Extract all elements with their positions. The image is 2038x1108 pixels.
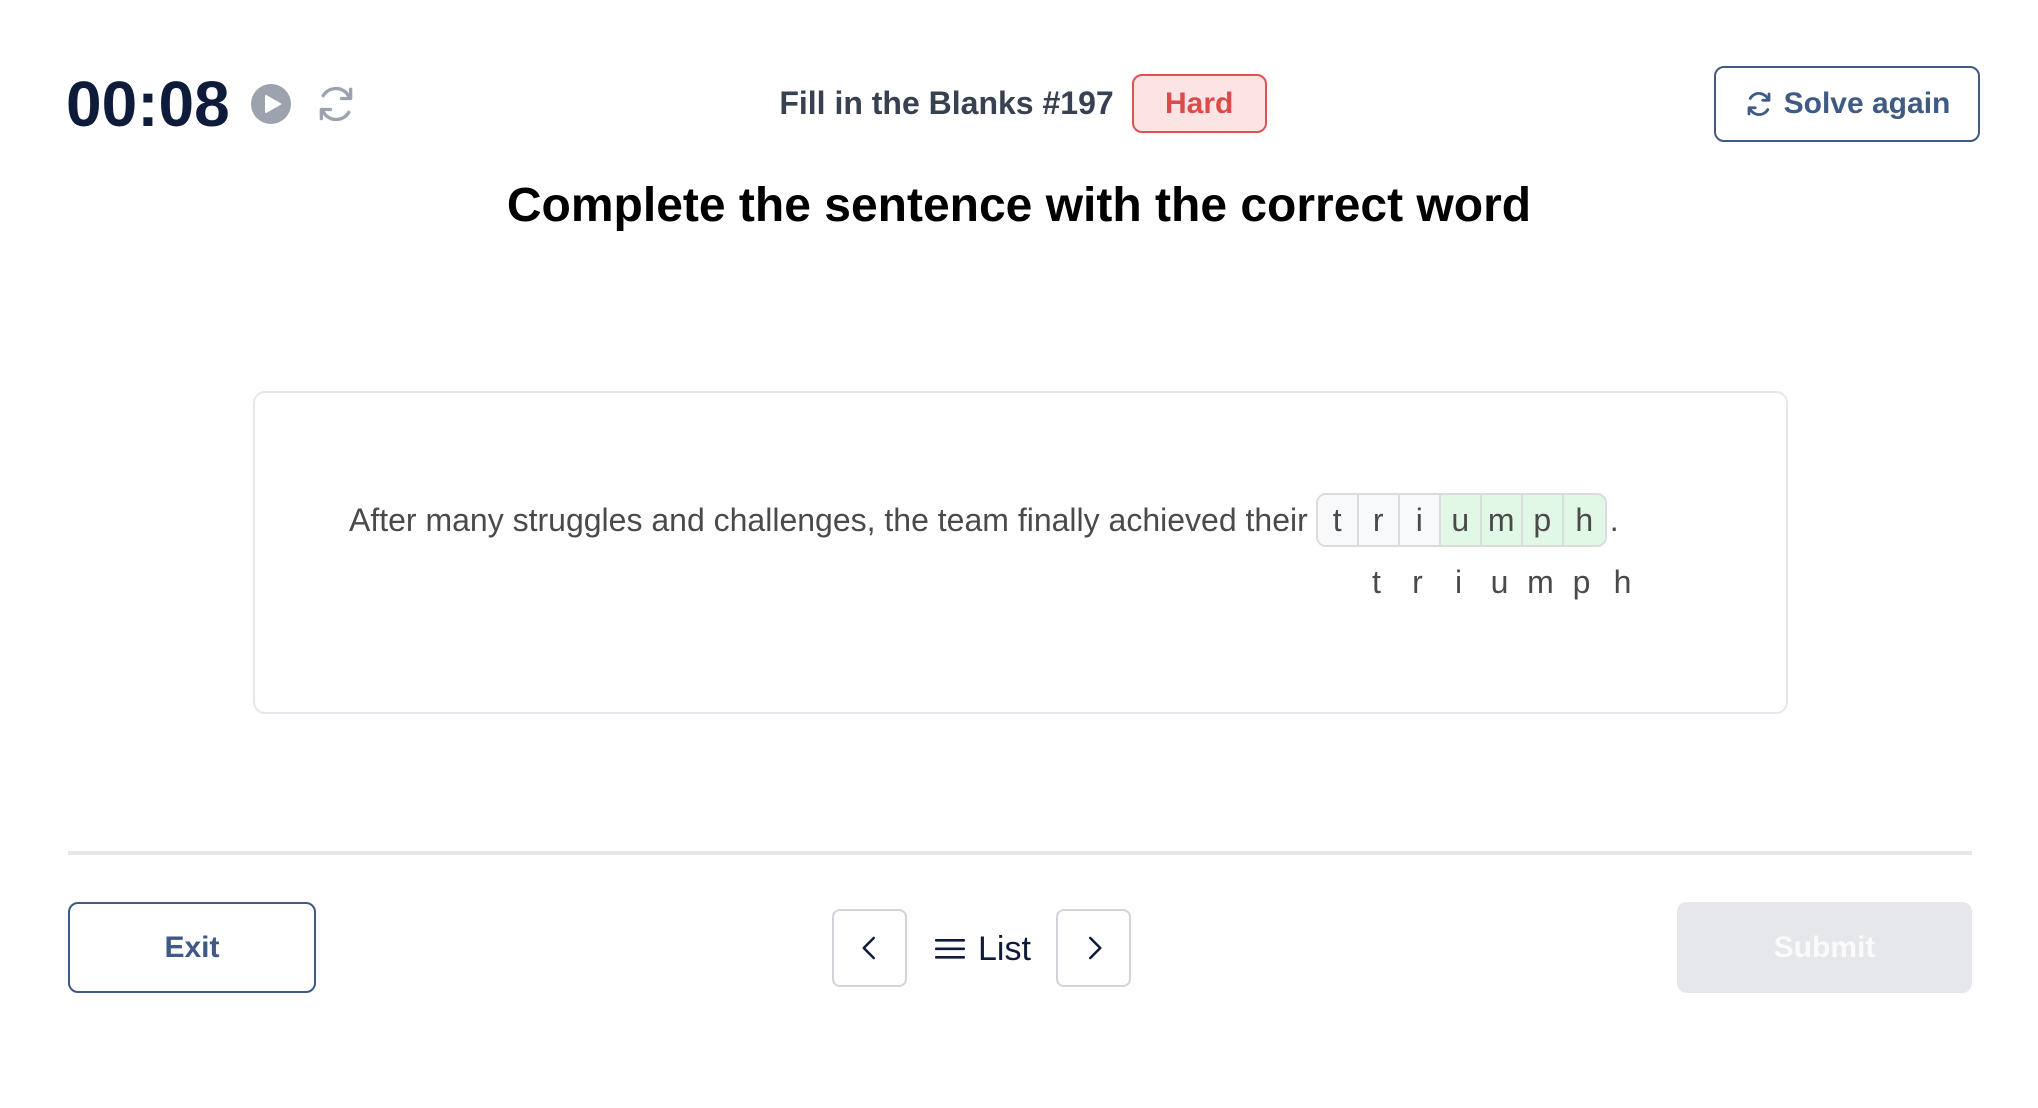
answer-letters: triumph [1356,564,1643,601]
submit-button[interactable]: Submit [1677,902,1972,993]
answer-letter: i [1454,564,1463,600]
sentence-end: . [1609,501,1619,538]
answer-letter: u [1490,564,1509,600]
letter-cell[interactable]: i [1399,495,1441,545]
sentence: After many struggles and challenges, the… [349,493,1619,547]
hamburger-menu-icon [935,939,965,959]
previous-button[interactable] [832,909,907,987]
letter-cell[interactable]: u [1440,495,1482,545]
answer-letter: h [1613,564,1632,600]
answer-letter: p [1572,564,1591,600]
instruction-heading: Complete the sentence with the correct w… [506,179,1532,232]
sentence-text: After many struggles and challenges, the… [349,501,1308,538]
difficulty-badge: Hard [1131,74,1267,133]
letter-cell[interactable]: h [1563,495,1605,545]
question-card [253,391,1788,714]
solve-again-label: Solve again [1783,87,1951,120]
solve-again-button[interactable]: Solve again [1714,66,1980,142]
divider [68,851,1972,855]
answer-letter: r [1412,564,1423,600]
exit-button[interactable]: Exit [68,902,316,993]
next-button[interactable] [1056,909,1131,987]
letter-cell[interactable]: p [1522,495,1564,545]
chevron-left-icon [862,936,875,960]
word-input-box[interactable]: triumph [1315,493,1607,547]
letter-cell[interactable]: m [1481,495,1523,545]
answer-letter: m [1527,564,1554,600]
chevron-right-icon [1088,936,1101,960]
refresh-icon [1747,92,1770,116]
puzzle-title: Fill in the Blanks #197 [779,85,1114,121]
list-label: List [978,929,1031,968]
letter-cell[interactable]: r [1358,495,1400,545]
answer-letter: t [1372,564,1381,600]
list-button[interactable]: List [934,920,1031,978]
letter-cell[interactable]: t [1317,495,1359,545]
